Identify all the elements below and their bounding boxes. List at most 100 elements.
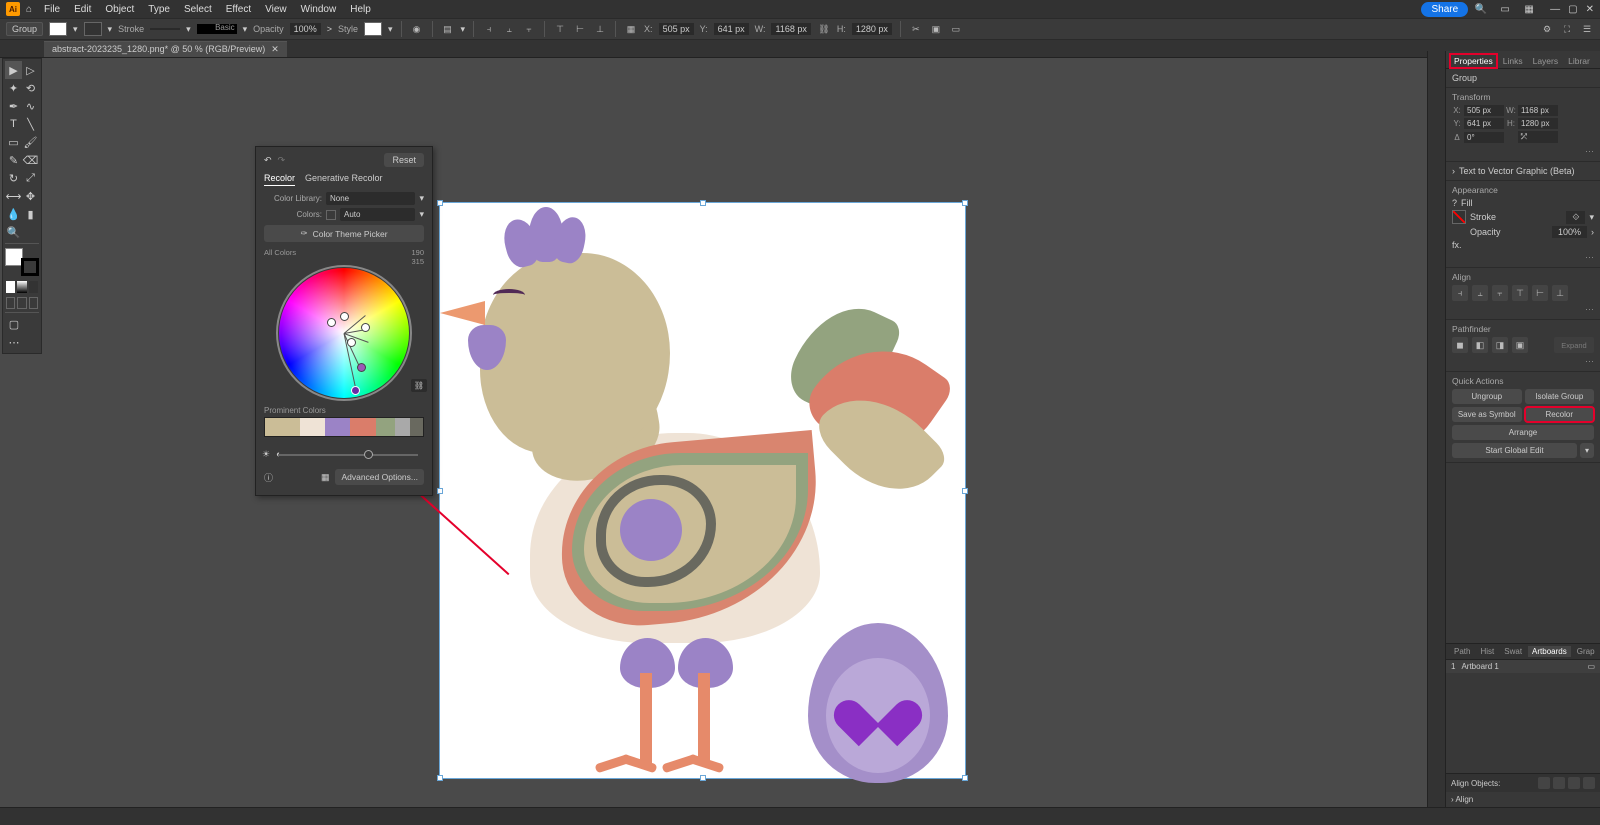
stroke-color[interactable] bbox=[21, 258, 39, 276]
pen-tool[interactable]: ✒ bbox=[5, 97, 22, 115]
color-wheel[interactable]: ⛓ bbox=[279, 268, 409, 398]
shape-mode-icon[interactable]: ✂ bbox=[909, 22, 923, 36]
qa-global-edit-dropdown[interactable]: ▾ bbox=[1580, 443, 1594, 458]
prominent-swatch[interactable] bbox=[376, 418, 395, 436]
maximize-icon[interactable]: ▢ bbox=[1568, 4, 1577, 15]
tab-links[interactable]: Links bbox=[1499, 54, 1527, 68]
ab-rearrange-icon[interactable] bbox=[1553, 777, 1565, 789]
prominent-swatch[interactable] bbox=[410, 418, 423, 436]
stroke-swatch[interactable] bbox=[84, 22, 102, 36]
advanced-options-button[interactable]: Advanced Options... bbox=[335, 469, 424, 485]
rotate-tool[interactable]: ↻ bbox=[5, 169, 22, 187]
collapsed-panel-strip[interactable] bbox=[1427, 51, 1445, 807]
redo-icon[interactable]: ↷ bbox=[278, 155, 286, 166]
prominent-colors-bar[interactable] bbox=[264, 417, 424, 437]
prominent-swatch[interactable] bbox=[300, 418, 325, 436]
menu-select[interactable]: Select bbox=[178, 2, 218, 17]
minimize-icon[interactable]: ― bbox=[1550, 4, 1560, 15]
prop-y-input[interactable]: 641 px bbox=[1464, 118, 1504, 129]
h-input[interactable]: 1280 px bbox=[852, 23, 892, 35]
menu-edit[interactable]: Edit bbox=[68, 2, 97, 17]
prominent-swatch[interactable] bbox=[350, 418, 375, 436]
eraser-tool[interactable]: ⌫ bbox=[22, 151, 39, 169]
color-library-select[interactable]: None bbox=[326, 192, 415, 205]
eyedropper-tool[interactable]: 💧 bbox=[5, 205, 22, 223]
menu-type[interactable]: Type bbox=[142, 2, 176, 17]
rectangle-tool[interactable]: ▭ bbox=[5, 133, 22, 151]
save-swatches-icon[interactable]: ▦ bbox=[321, 472, 330, 483]
prop-angle-input[interactable]: 0° bbox=[1464, 132, 1504, 143]
tab-swat[interactable]: Swat bbox=[1500, 646, 1526, 657]
curvature-tool[interactable]: ∿ bbox=[22, 97, 39, 115]
hand-tool[interactable] bbox=[22, 223, 39, 241]
direct-selection-tool[interactable]: ▷ bbox=[22, 61, 39, 79]
prop-flip-input[interactable]: ⤱ bbox=[1518, 131, 1558, 143]
color-theme-picker-button[interactable]: ✑ Color Theme Picker bbox=[264, 225, 424, 242]
align-right-icon[interactable]: ⫟ bbox=[1492, 285, 1508, 301]
qa-arrange-button[interactable]: Arrange bbox=[1452, 425, 1594, 440]
artboard-options-icon[interactable]: ▭ bbox=[1587, 662, 1595, 671]
appearance-unknown-icon[interactable]: ? bbox=[1452, 198, 1457, 208]
prop-h-input[interactable]: 1280 px bbox=[1518, 118, 1558, 129]
opacity-input[interactable]: 100% bbox=[290, 23, 321, 35]
qa-global-edit-button[interactable]: Start Global Edit bbox=[1452, 443, 1577, 458]
stroke-swatch-prop[interactable] bbox=[1452, 210, 1466, 224]
tab-hist[interactable]: Hist bbox=[1476, 646, 1498, 657]
tab-properties[interactable]: Properties bbox=[1450, 54, 1497, 68]
colors-select[interactable]: Auto bbox=[340, 208, 415, 221]
brush-definition[interactable] bbox=[197, 24, 237, 34]
ab-new-icon[interactable] bbox=[1568, 777, 1580, 789]
more-tools[interactable]: ⋯ bbox=[5, 333, 23, 351]
valign-top-icon[interactable]: ⊤ bbox=[553, 22, 567, 36]
menu-window[interactable]: Window bbox=[295, 2, 343, 17]
color-mode-none[interactable] bbox=[29, 281, 38, 293]
workspace-icon[interactable]: ▦ bbox=[1521, 1, 1537, 17]
fullscreen-icon[interactable]: ⛶ bbox=[1560, 22, 1574, 36]
isolate-icon[interactable]: ▣ bbox=[929, 22, 943, 36]
search-icon[interactable]: 🔍 bbox=[1473, 1, 1489, 17]
fx-label[interactable]: fx. bbox=[1452, 240, 1462, 250]
color-handle-active[interactable] bbox=[351, 386, 360, 395]
slider-knob[interactable] bbox=[364, 450, 373, 459]
halign-right-icon[interactable]: ⫟ bbox=[522, 22, 536, 36]
tab-grap[interactable]: Grap bbox=[1573, 646, 1599, 657]
link-wh-icon[interactable]: ⛓ bbox=[817, 22, 831, 36]
screen-mode-tool[interactable]: ▢ bbox=[5, 315, 23, 333]
pf-minus-icon[interactable]: ◧ bbox=[1472, 337, 1488, 353]
pf-intersect-icon[interactable]: ◨ bbox=[1492, 337, 1508, 353]
scale-tool[interactable]: ⤢ bbox=[22, 169, 39, 187]
color-handle[interactable] bbox=[340, 312, 349, 321]
color-handle[interactable] bbox=[357, 363, 366, 372]
lasso-tool[interactable]: ⟲ bbox=[22, 79, 39, 97]
align-icon[interactable]: ▤ bbox=[441, 22, 455, 36]
tab-path[interactable]: Path bbox=[1450, 646, 1474, 657]
more-options-icon[interactable]: ⋯ bbox=[1452, 146, 1594, 157]
tab-libraries[interactable]: Librar bbox=[1564, 54, 1594, 68]
ab-delete-icon[interactable] bbox=[1583, 777, 1595, 789]
pf-unite-icon[interactable]: ◼ bbox=[1452, 337, 1468, 353]
stroke-weight-input[interactable] bbox=[150, 28, 180, 30]
document-tab[interactable]: abstract-2023235_1280.png* @ 50 % (RGB/P… bbox=[44, 41, 287, 57]
draw-inside[interactable] bbox=[29, 297, 38, 309]
type-tool[interactable]: T bbox=[5, 115, 22, 133]
halign-left-icon[interactable]: ⫞ bbox=[482, 22, 496, 36]
magic-wand-tool[interactable]: ✦ bbox=[5, 79, 22, 97]
zoom-tool[interactable]: 🔍 bbox=[5, 223, 22, 241]
halign-center-icon[interactable]: ⫠ bbox=[502, 22, 516, 36]
appearance-more-icon[interactable]: ⋯ bbox=[1452, 252, 1594, 263]
ab-nav-icon[interactable] bbox=[1538, 777, 1550, 789]
draw-normal[interactable] bbox=[6, 297, 15, 309]
brightness-slider[interactable]: ☀ ◐ bbox=[264, 449, 424, 461]
expand-button[interactable]: Expand bbox=[1554, 337, 1594, 353]
reset-button[interactable]: Reset bbox=[384, 153, 424, 167]
valign-bottom-icon[interactable]: ⊥ bbox=[593, 22, 607, 36]
panel-menu-icon[interactable]: ☰ bbox=[1580, 22, 1594, 36]
pathfinder-more-icon[interactable]: ⋯ bbox=[1452, 356, 1594, 367]
prefs-icon[interactable]: ⚙ bbox=[1540, 22, 1554, 36]
prominent-swatch[interactable] bbox=[325, 418, 350, 436]
expand-icon[interactable]: › bbox=[1452, 166, 1455, 176]
paintbrush-tool[interactable]: 🖌 bbox=[22, 133, 39, 151]
color-handle[interactable] bbox=[327, 318, 336, 327]
qa-isolate-button[interactable]: Isolate Group bbox=[1525, 389, 1595, 404]
arrange-docs-icon[interactable]: ▭ bbox=[1497, 1, 1513, 17]
